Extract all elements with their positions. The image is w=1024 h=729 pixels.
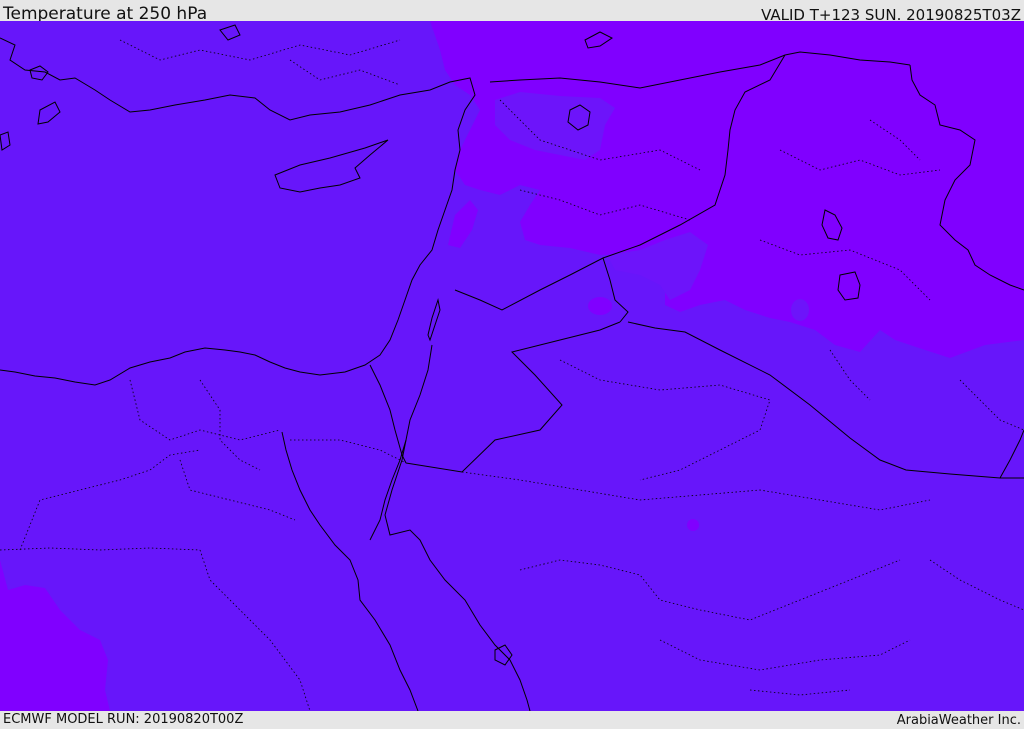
temperature-field-warm-spot <box>588 297 612 315</box>
temperature-field-warm-spot-sw <box>47 699 63 711</box>
map-canvas <box>0 21 1024 711</box>
credit-label: ArabiaWeather Inc. <box>896 713 1021 728</box>
header-bar: Temperature at 250 hPa VALID T+123 SUN. … <box>0 0 1024 24</box>
footer-bar: ECMWF MODEL RUN: 20190820T00Z ArabiaWeat… <box>0 711 1024 729</box>
temperature-field-warm-spot-2 <box>687 519 699 531</box>
model-run-label: ECMWF MODEL RUN: 20190820T00Z <box>3 712 244 727</box>
temperature-field-cool-spot <box>791 299 809 321</box>
weather-map[interactable] <box>0 21 1024 711</box>
